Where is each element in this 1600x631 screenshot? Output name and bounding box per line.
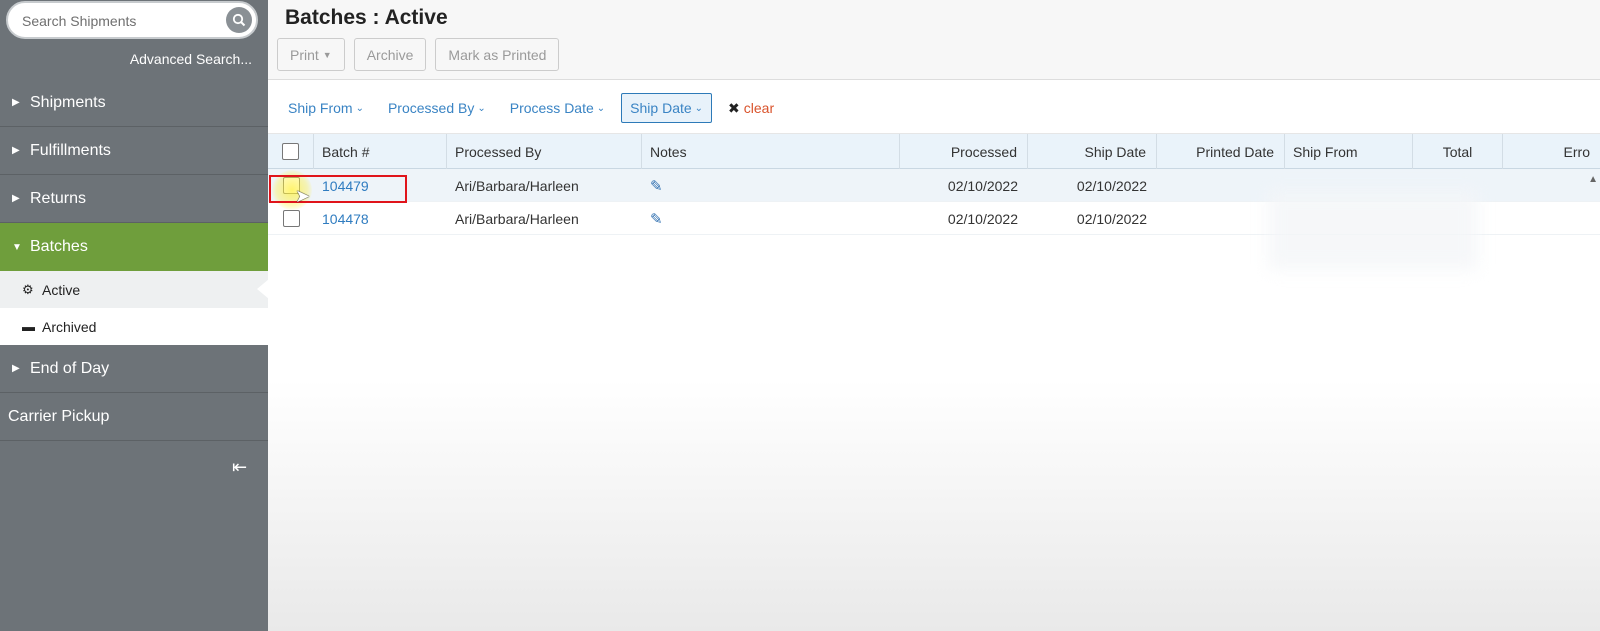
batch-number-link[interactable]: 104478 — [314, 202, 447, 235]
filter-label: Process Date — [509, 100, 594, 116]
clear-filters-button[interactable]: ✖ clear — [728, 100, 774, 117]
notes-cell: ✎ — [642, 169, 900, 202]
sidebar-item-label: Carrier Pickup — [8, 407, 110, 425]
archive-button[interactable]: Archive — [353, 38, 427, 71]
sidebar-item-fulfillments[interactable]: ▶ Fulfillments — [0, 127, 268, 175]
sidebar-item-label: Returns — [30, 189, 87, 207]
col-ship-date[interactable]: Ship Date — [1028, 134, 1157, 169]
batch-number[interactable]: 104478 — [322, 211, 369, 227]
mark-as-printed-button[interactable]: Mark as Printed — [435, 38, 560, 71]
gear-icon: ⚙ — [22, 281, 34, 297]
chevron-down-icon: ⌄ — [477, 102, 486, 114]
select-all-checkbox[interactable] — [282, 143, 299, 160]
processed-cell: 02/10/2022 — [947, 210, 1018, 227]
sidebar-item-label: Shipments — [30, 93, 106, 111]
chevron-down-icon: ⌄ — [694, 102, 704, 114]
col-errors[interactable]: Erro — [1503, 134, 1600, 169]
toolbar: Print ▼ Archive Mark as Printed — [277, 38, 560, 71]
sidebar-item-end-of-day[interactable]: ▶ End of Day — [0, 345, 268, 393]
caret-right-icon: ▶ — [12, 363, 20, 374]
sidebar-subitem-archived[interactable]: ▬ Archived — [0, 308, 268, 345]
page-title: Batches : Active — [285, 6, 448, 29]
chevron-down-icon: ⌄ — [355, 102, 364, 114]
print-button[interactable]: Print ▼ — [277, 38, 345, 71]
processed-cell: 02/10/2022 — [947, 177, 1018, 194]
caret-right-icon: ▶ — [12, 145, 20, 156]
sidebar-nav: ▶ Shipments ▶ Fulfillments ▶ Returns ▼ B… — [0, 79, 269, 441]
search-input[interactable] — [22, 11, 222, 31]
caret-down-icon: ▼ — [322, 49, 332, 60]
page-header: Batches : Active Print ▼ Archive Mark as… — [268, 0, 1600, 80]
sidebar-item-label: Fulfillments — [30, 141, 111, 159]
advanced-search-link[interactable]: Advanced Search... — [130, 51, 252, 67]
sidebar-item-carrier-pickup[interactable]: Carrier Pickup — [0, 393, 268, 441]
mouse-pointer-icon: ➤ — [295, 186, 311, 206]
col-printed-date[interactable]: Printed Date — [1157, 134, 1285, 169]
ship-date-cell: 02/10/2022 — [1076, 210, 1147, 227]
search-box — [6, 1, 258, 39]
col-processed[interactable]: Processed — [900, 134, 1028, 169]
sidebar-subitem-label: Archived — [42, 318, 97, 335]
filter-bar: Ship From ⌄ Processed By ⌄ Process Date … — [268, 80, 1600, 134]
sidebar-item-batches[interactable]: ▼ Batches — [0, 223, 268, 271]
filter-label: Ship From — [288, 100, 353, 116]
filter-label: Processed By — [387, 100, 475, 116]
filter-ship-from[interactable]: Ship From ⌄ — [288, 100, 364, 116]
filter-ship-date[interactable]: Ship Date ⌄ — [621, 93, 713, 123]
scroll-up-icon[interactable]: ▲ — [1588, 174, 1598, 185]
sidebar: Advanced Search... ▶ Shipments ▶ Fulfill… — [0, 0, 269, 631]
col-batch[interactable]: Batch # — [314, 134, 447, 169]
blurred-region — [1268, 190, 1478, 270]
annotation-highlight-box — [269, 175, 407, 203]
select-all-cell — [268, 134, 314, 169]
processed-by-cell: Ari/Barbara/Harleen — [455, 210, 579, 227]
ship-date-cell: 02/10/2022 — [1076, 177, 1147, 194]
print-label: Print — [290, 46, 319, 63]
clear-label: clear — [743, 100, 775, 116]
filter-processed-by[interactable]: Processed By ⌄ — [388, 100, 486, 116]
notes-cell: ✎ — [642, 202, 900, 235]
close-icon: ✖ — [728, 99, 740, 116]
edit-pencil-icon[interactable]: ✎ — [650, 210, 663, 228]
sidebar-item-returns[interactable]: ▶ Returns — [0, 175, 268, 223]
sidebar-subitem-active[interactable]: ⚙ Active — [0, 271, 269, 308]
edit-pencil-icon[interactable]: ✎ — [650, 177, 663, 195]
row-checkbox[interactable] — [282, 210, 300, 227]
sidebar-subitem-label: Active — [42, 281, 81, 298]
main-content: Batches : Active Print ▼ Archive Mark as… — [268, 0, 1600, 631]
collapse-sidebar-icon[interactable]: ⇤ — [232, 457, 247, 478]
search-icon — [232, 13, 246, 27]
filter-process-date[interactable]: Process Date ⌄ — [510, 100, 605, 116]
sidebar-item-label: Batches — [30, 238, 88, 255]
caret-right-icon: ▶ — [12, 97, 20, 108]
col-processed-by[interactable]: Processed By — [447, 134, 642, 169]
processed-by-cell: Ari/Barbara/Harleen — [455, 177, 579, 194]
archive-box-icon: ▬ — [22, 319, 35, 334]
caret-down-icon: ▼ — [12, 241, 22, 253]
caret-right-icon: ▶ — [12, 193, 20, 204]
search-button[interactable] — [226, 7, 252, 33]
col-ship-from[interactable]: Ship From — [1285, 134, 1413, 169]
filter-label: Ship Date — [630, 100, 692, 116]
col-notes[interactable]: Notes — [642, 134, 900, 169]
col-total[interactable]: Total — [1413, 134, 1503, 169]
sidebar-item-label: End of Day — [30, 359, 110, 377]
sidebar-item-shipments[interactable]: ▶ Shipments — [0, 79, 268, 127]
background-fade — [268, 380, 1600, 631]
chevron-down-icon: ⌄ — [596, 102, 606, 114]
table-header: Batch # Processed By Notes Processed Shi… — [268, 134, 1600, 169]
